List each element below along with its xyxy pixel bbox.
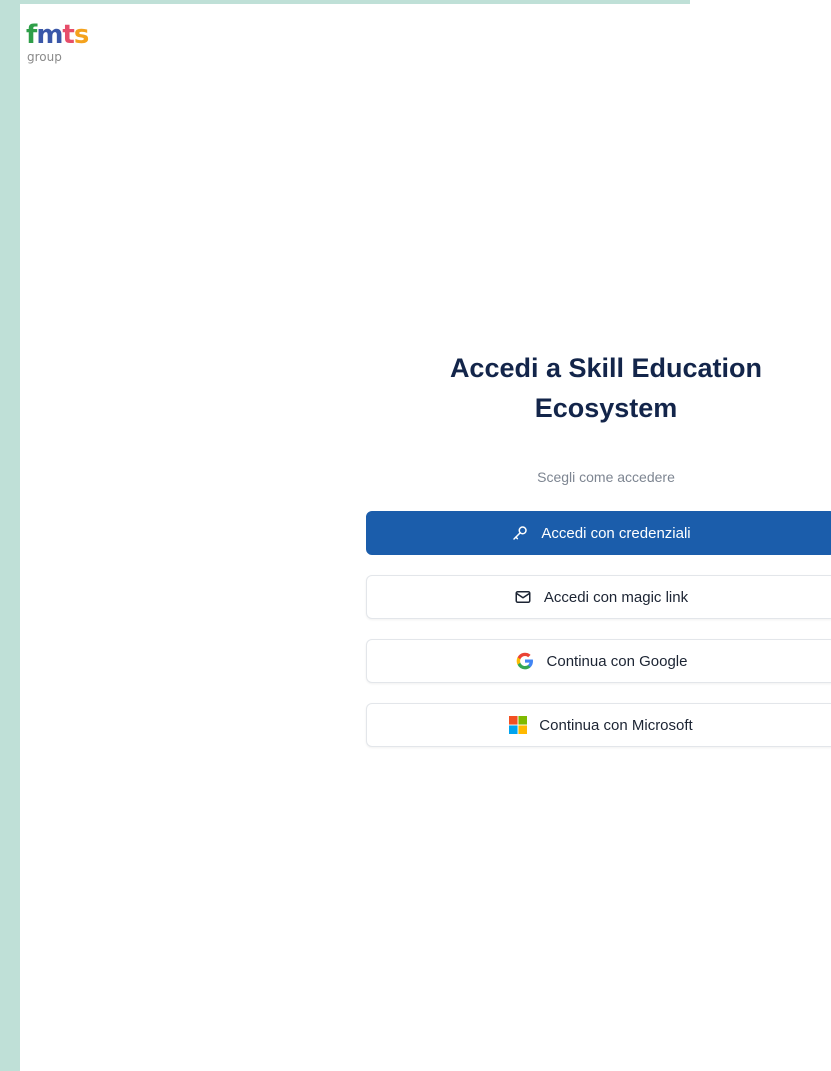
magic-link-label: Accedi con magic link: [543, 588, 689, 606]
login-page: fmts group Accedi a Skill Education Ecos…: [20, 4, 831, 1071]
fmts-logo: fmts group: [26, 21, 116, 69]
microsoft-login-label: Continua con Microsoft: [539, 716, 693, 734]
mail-icon: [514, 588, 532, 606]
title-line-1: Accedi a Skill Education: [449, 353, 763, 383]
google-icon: [515, 651, 535, 671]
microsoft-icon: [509, 716, 528, 734]
logo-letter-s: s: [73, 20, 90, 50]
magic-link-button[interactable]: Accedi con magic link: [366, 575, 831, 619]
logo-wordmark: fmts: [26, 20, 90, 50]
page-title: Accedi a Skill Education Ecosystem: [366, 348, 831, 428]
signin-panel: Accedi a Skill Education Ecosystem Scegl…: [366, 348, 831, 747]
key-icon: [511, 524, 529, 542]
logo-letter-f: f: [26, 20, 37, 50]
microsoft-login-button[interactable]: Continua con Microsoft: [366, 703, 831, 747]
logo-subtext: group: [27, 50, 62, 64]
logo-letter-m: m: [36, 20, 63, 50]
title-line-2: Ecosystem: [534, 393, 678, 423]
subtitle: Scegli come accedere: [537, 469, 675, 485]
logo-letter-t: t: [62, 20, 74, 50]
google-login-button[interactable]: Continua con Google: [366, 639, 831, 683]
login-credentials-label: Accedi con credenziali: [541, 524, 691, 542]
google-login-label: Continua con Google: [546, 652, 688, 670]
login-credentials-button[interactable]: Accedi con credenziali: [366, 511, 831, 555]
